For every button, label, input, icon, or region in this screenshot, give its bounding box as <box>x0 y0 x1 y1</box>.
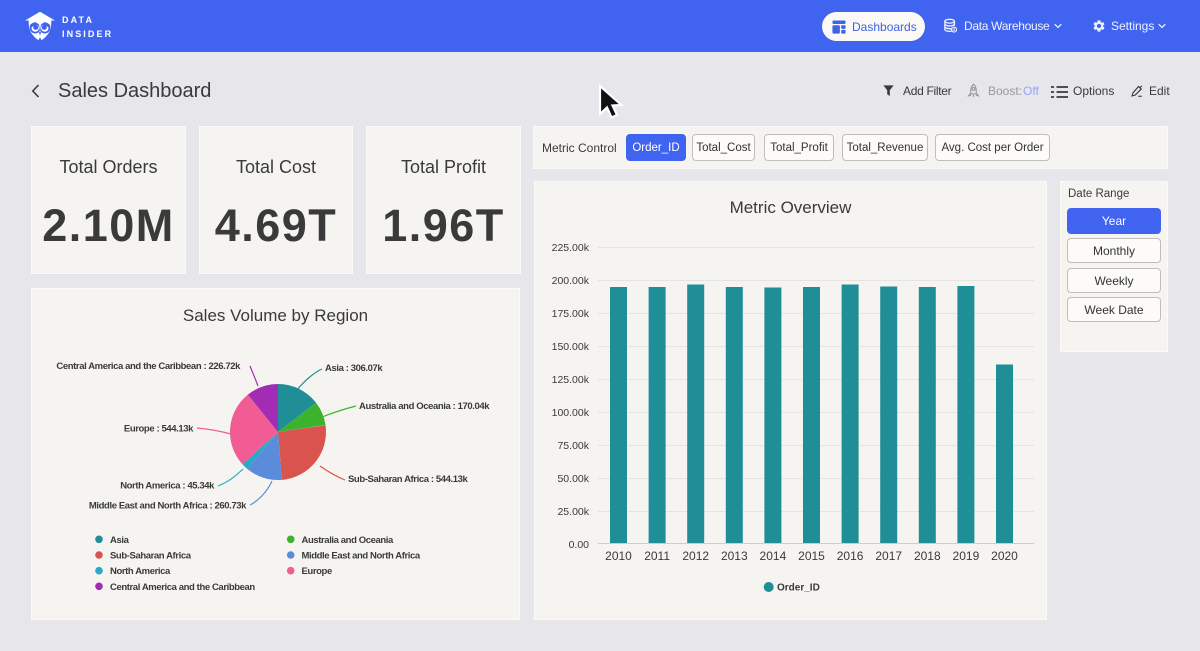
svg-text:125.00k: 125.00k <box>552 374 590 386</box>
svg-text:175.00k: 175.00k <box>552 308 590 320</box>
svg-text:2014: 2014 <box>760 549 787 563</box>
svg-text:Asia : 306.07k: Asia : 306.07k <box>325 363 383 374</box>
svg-text:Central America and the Caribb: Central America and the Caribbean <box>110 582 255 593</box>
svg-text:Middle East and North Africa: Middle East and North Africa <box>302 551 421 562</box>
svg-text:North America: North America <box>110 566 171 577</box>
svg-text:2012: 2012 <box>682 549 709 563</box>
svg-text:Australia and Oceania: Australia and Oceania <box>302 535 395 546</box>
svg-text:Order_ID: Order_ID <box>777 583 820 594</box>
svg-text:Asia: Asia <box>110 535 130 546</box>
svg-text:150.00k: 150.00k <box>552 341 590 353</box>
svg-text:200.00k: 200.00k <box>552 275 590 287</box>
svg-text:0.00: 0.00 <box>569 539 590 551</box>
svg-text:Europe: Europe <box>302 566 332 577</box>
svg-text:Europe : 544.13k: Europe : 544.13k <box>124 424 194 435</box>
svg-text:Sub-Saharan Africa: Sub-Saharan Africa <box>110 551 192 562</box>
svg-text:Central America and the Caribb: Central America and the Caribbean : 226.… <box>56 361 241 372</box>
svg-text:225.00k: 225.00k <box>552 242 590 254</box>
svg-text:Middle East and North Africa :: Middle East and North Africa : 260.73k <box>89 501 247 512</box>
svg-text:2015: 2015 <box>798 549 825 563</box>
svg-text:75.00k: 75.00k <box>557 440 589 452</box>
svg-text:Australia and Oceania : 170.04: Australia and Oceania : 170.04k <box>359 401 490 412</box>
svg-text:2020: 2020 <box>991 549 1018 563</box>
svg-text:2013: 2013 <box>721 549 748 563</box>
svg-text:2016: 2016 <box>837 549 864 563</box>
svg-text:2019: 2019 <box>953 549 980 563</box>
svg-text:2018: 2018 <box>914 549 941 563</box>
svg-text:100.00k: 100.00k <box>552 407 590 419</box>
svg-text:North America : 45.34k: North America : 45.34k <box>120 481 215 492</box>
svg-text:2011: 2011 <box>644 549 670 563</box>
svg-text:2017: 2017 <box>875 549 902 563</box>
svg-text:50.00k: 50.00k <box>557 473 589 485</box>
svg-text:2010: 2010 <box>605 549 632 563</box>
svg-text:25.00k: 25.00k <box>557 506 589 518</box>
svg-text:Sub-Saharan Africa : 544.13k: Sub-Saharan Africa : 544.13k <box>348 474 469 485</box>
